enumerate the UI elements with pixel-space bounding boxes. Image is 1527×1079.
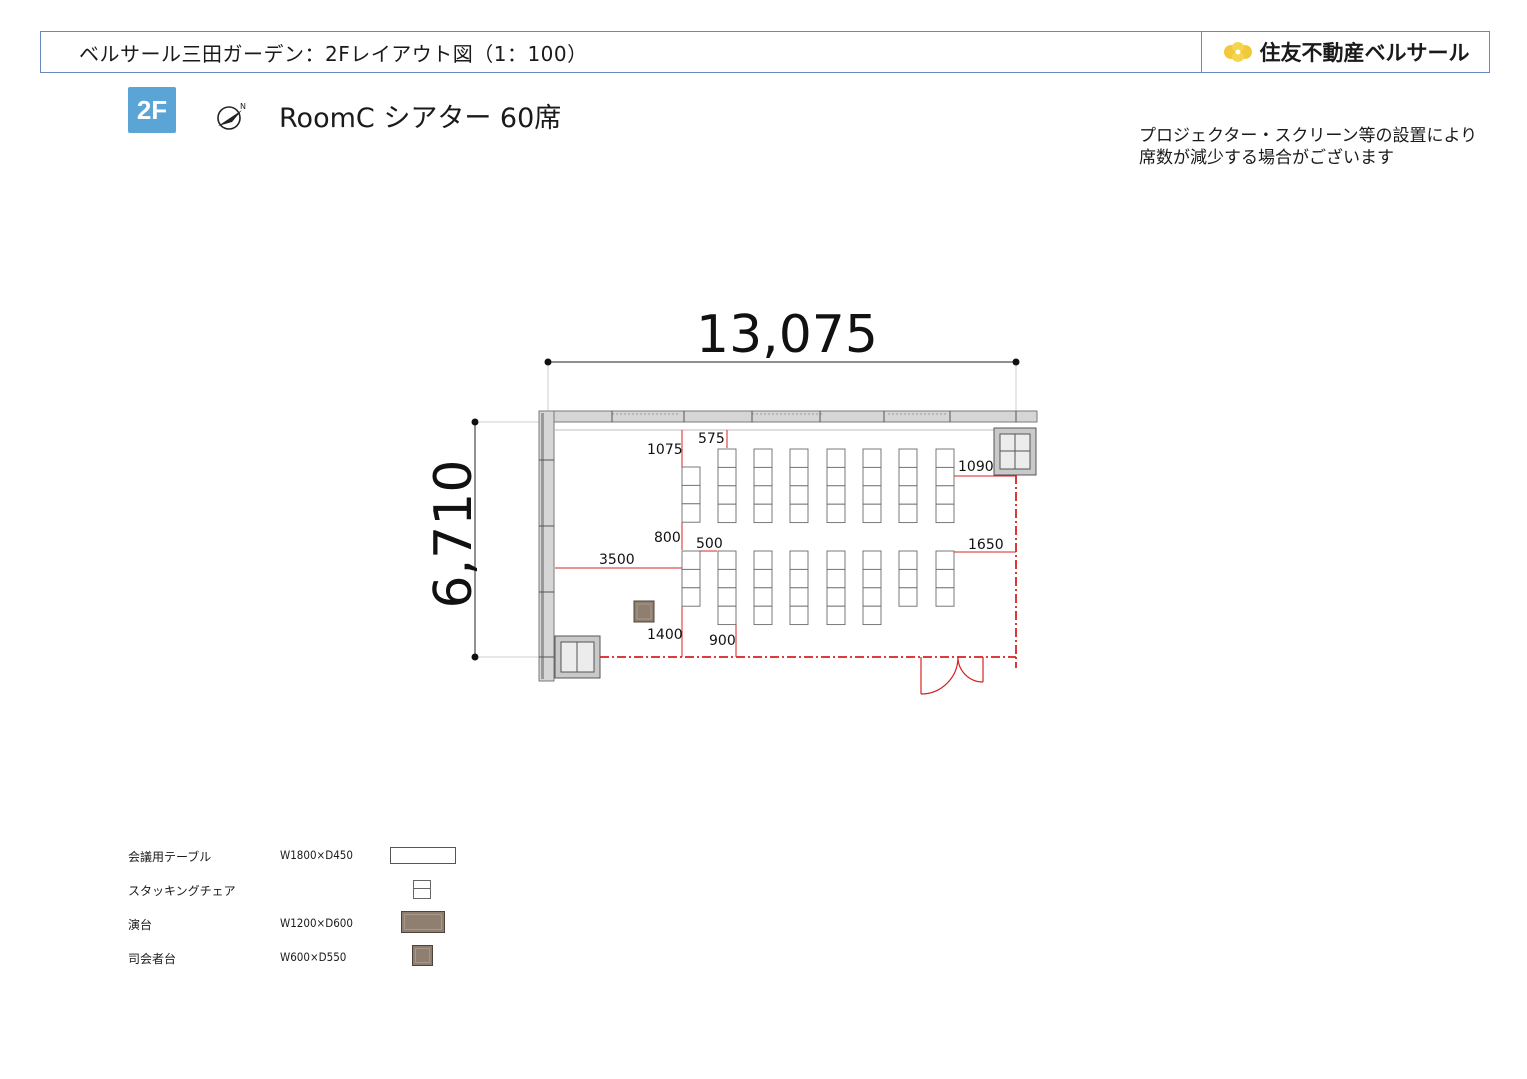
stacking-chair: [753, 448, 773, 468]
stacking-chair: [862, 605, 882, 626]
entrance-door: [920, 656, 984, 695]
stacking-chair: [862, 550, 882, 570]
stacking-chair: [862, 485, 882, 505]
stacking-chair: [826, 568, 846, 589]
legend-size: W1800×D450: [280, 848, 353, 862]
stacking-chair: [898, 448, 918, 468]
stacking-chair: [789, 550, 809, 570]
stacking-chair: [753, 587, 773, 607]
dim-label: 575: [698, 431, 725, 447]
legend-label: 演台: [128, 918, 153, 932]
stacking-chair: [789, 485, 809, 505]
stacking-chair: [753, 466, 773, 487]
legend-label: スタッキングチェア: [128, 884, 236, 898]
legend-row: 司会者台 W600×D550: [128, 944, 488, 978]
stacking-chair: [717, 587, 737, 607]
stacking-chair: [935, 466, 955, 487]
legend-row: 演台 W1200×D600: [128, 910, 488, 944]
stacking-chair: [826, 605, 846, 626]
mc-stand-swatch: [412, 945, 433, 966]
stacking-chair: [898, 550, 918, 570]
stacking-chair: [681, 568, 701, 589]
legend: 会議用テーブル W1800×D450 スタッキングチェア 演台 W1200×D6…: [128, 842, 488, 978]
dim-label: 1400: [647, 627, 683, 643]
mc-stand: [633, 600, 655, 623]
stacking-chair: [826, 466, 846, 487]
stacking-chair: [717, 485, 737, 505]
stacking-chair: [862, 587, 882, 607]
stacking-chair: [681, 466, 701, 486]
chair-rows: [681, 448, 955, 626]
stacking-chair: [826, 550, 846, 570]
stacking-chair: [789, 466, 809, 487]
dim-label: 1090: [958, 459, 994, 475]
legend-label: 会議用テーブル: [128, 850, 212, 864]
stacking-chair: [935, 568, 955, 589]
stacking-chair: [789, 503, 809, 524]
legend-size: W1200×D600: [280, 916, 353, 930]
stacking-chair: [898, 503, 918, 524]
height-label: 6,710: [424, 460, 484, 609]
stacking-chair: [717, 605, 737, 626]
stacking-chair: [789, 568, 809, 589]
pillar: [993, 427, 1037, 476]
stacking-chair: [753, 503, 773, 524]
dim-label: 1075: [647, 442, 683, 458]
stacking-chair: [717, 503, 737, 524]
stacking-chair: [789, 605, 809, 626]
legend-row: 会議用テーブル W1800×D450: [128, 842, 488, 876]
stacking-chair: [717, 466, 737, 487]
stacking-chair: [898, 485, 918, 505]
stacking-chair: [826, 587, 846, 607]
stacking-chair: [753, 568, 773, 589]
stacking-chair: [753, 605, 773, 626]
stacking-chair: [862, 466, 882, 487]
stacking-chair: [862, 448, 882, 468]
table-swatch: [390, 847, 456, 864]
stacking-chair: [681, 587, 701, 607]
dim-label: 1650: [968, 537, 1004, 553]
stacking-chair: [935, 485, 955, 505]
stacking-chair: [789, 448, 809, 468]
chair-swatch: [413, 880, 431, 899]
stacking-chair: [753, 485, 773, 505]
stacking-chair: [898, 568, 918, 589]
stacking-chair: [862, 568, 882, 589]
stacking-chair: [935, 448, 955, 468]
stacking-chair: [826, 448, 846, 468]
width-dimension: 13,075: [544, 305, 1020, 412]
stacking-chair: [681, 484, 701, 505]
height-dimension: 6,710: [424, 418, 540, 661]
legend-label: 司会者台: [128, 952, 177, 966]
pillar: [554, 635, 601, 679]
stacking-chair: [681, 503, 701, 523]
stacking-chair: [935, 587, 955, 607]
stacking-chair: [717, 448, 737, 468]
width-label: 13,075: [696, 305, 878, 365]
stacking-chair: [753, 550, 773, 570]
legend-size: W600×D550: [280, 950, 347, 964]
stacking-chair: [717, 550, 737, 570]
dim-label: 900: [709, 633, 736, 649]
stacking-chair: [826, 503, 846, 524]
dim-label: 3500: [599, 552, 635, 568]
dim-label: 500: [696, 536, 723, 552]
dim-label: 800: [654, 530, 681, 546]
stacking-chair: [898, 587, 918, 607]
stacking-chair: [789, 587, 809, 607]
stacking-chair: [862, 503, 882, 524]
room-walls: [538, 410, 1038, 682]
stacking-chair: [898, 466, 918, 487]
stacking-chair: [717, 568, 737, 589]
stacking-chair: [935, 550, 955, 570]
podium-swatch: [401, 911, 445, 933]
stacking-chair: [935, 503, 955, 524]
legend-row: スタッキングチェア: [128, 876, 488, 910]
stacking-chair: [826, 485, 846, 505]
stacking-chair: [681, 550, 701, 570]
